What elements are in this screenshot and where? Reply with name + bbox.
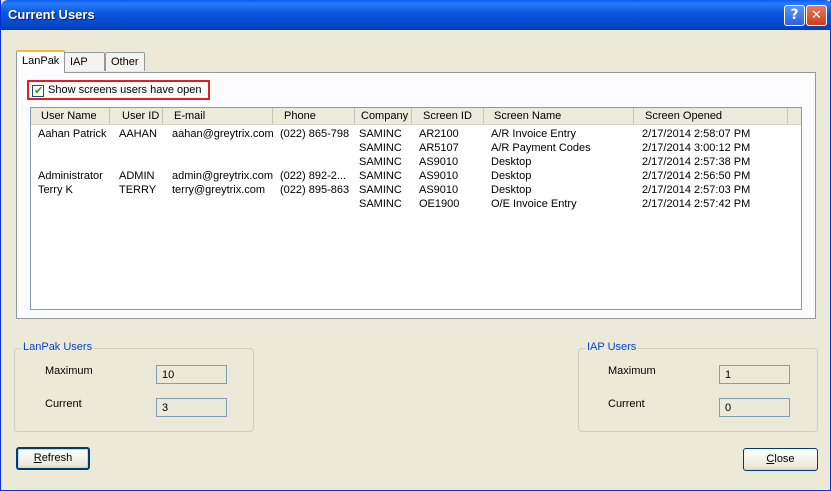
checkmark-icon: ✔ bbox=[34, 84, 44, 97]
refresh-label: efresh bbox=[41, 452, 73, 464]
users-table[interactable]: User Name User ID E-mail Phone Company S… bbox=[30, 107, 802, 310]
column-header-user-id[interactable]: User ID bbox=[110, 108, 163, 124]
column-header-screen-id[interactable]: Screen ID bbox=[412, 108, 484, 124]
cell-screen-id: AR2100 bbox=[419, 128, 459, 140]
cell-company: SAMINC bbox=[359, 142, 402, 154]
column-header-company[interactable]: Company bbox=[355, 108, 412, 124]
cell-screen-name: A/R Invoice Entry bbox=[491, 128, 576, 140]
cell-phone: (022) 895-863 bbox=[280, 184, 350, 196]
show-screens-option[interactable]: ✔ Show screens users have open bbox=[27, 80, 210, 100]
cell-screen-opened: 2/17/2014 2:57:38 PM bbox=[642, 156, 751, 168]
cell-screen-name: O/E Invoice Entry bbox=[491, 198, 577, 210]
cell-email: terry@greytrix.com bbox=[172, 184, 266, 196]
cell-screen-id: OE1900 bbox=[419, 198, 460, 210]
cell-user-id: AAHAN bbox=[119, 128, 157, 140]
show-screens-label[interactable]: Show screens users have open bbox=[48, 84, 201, 96]
cell-screen-opened: 2/17/2014 2:57:03 PM bbox=[642, 184, 751, 196]
current-users-window: Current Users ? ✕ LanPak IAP Other ✔ Sho… bbox=[0, 0, 831, 491]
cell-screen-name: A/R Payment Codes bbox=[491, 142, 591, 154]
cell-email: aahan@greytrix.com bbox=[172, 128, 274, 140]
cell-company: SAMINC bbox=[359, 198, 402, 210]
cell-screen-name: Desktop bbox=[491, 156, 532, 168]
lanpak-maximum-field: 10 bbox=[156, 365, 227, 384]
cell-screen-id: AS9010 bbox=[419, 184, 459, 196]
cell-user-name: Aahan Patrick bbox=[38, 128, 107, 140]
lanpak-users-title: LanPak Users bbox=[21, 341, 95, 353]
tab-iap[interactable]: IAP bbox=[64, 52, 105, 71]
cell-screen-id: AS9010 bbox=[419, 156, 459, 168]
cell-screen-name: Desktop bbox=[491, 170, 532, 182]
cell-screen-id: AR5107 bbox=[419, 142, 459, 154]
table-header: User Name User ID E-mail Phone Company S… bbox=[31, 108, 801, 125]
cell-screen-opened: 2/17/2014 2:56:50 PM bbox=[642, 170, 751, 182]
tab-iap-label: IAP bbox=[70, 56, 88, 68]
window-close-button[interactable]: ✕ bbox=[806, 5, 827, 26]
column-header-email[interactable]: E-mail bbox=[163, 108, 273, 124]
cell-phone: (022) 892-2... bbox=[280, 170, 347, 182]
title-bar[interactable]: Current Users ? ✕ bbox=[1, 0, 831, 30]
table-row[interactable]: Administrator ADMIN admin@greytrix.com (022… bbox=[31, 170, 801, 184]
table-row[interactable]: Aahan Patrick AAHAN aahan@greytrix.com (022… bbox=[31, 128, 801, 142]
refresh-button[interactable]: Refresh bbox=[16, 447, 90, 470]
cell-user-id: TERRY bbox=[119, 184, 157, 196]
tab-lanpak-label: LanPak bbox=[22, 55, 60, 67]
close-label: lose bbox=[774, 453, 795, 465]
cell-company: SAMINC bbox=[359, 184, 402, 196]
iap-maximum-label: Maximum bbox=[608, 365, 656, 377]
column-header-screen-opened[interactable]: Screen Opened bbox=[634, 108, 788, 124]
table-row[interactable]: Terry K TERRY terry@greytrix.com (022) 895-… bbox=[31, 184, 801, 198]
cell-user-id: ADMIN bbox=[119, 170, 155, 182]
tab-other-label: Other bbox=[111, 56, 139, 68]
tab-other[interactable]: Other bbox=[105, 52, 145, 71]
lanpak-current-label: Current bbox=[45, 398, 82, 410]
column-header-screen-name[interactable]: Screen Name bbox=[484, 108, 634, 124]
cell-screen-opened: 2/17/2014 3:00:12 PM bbox=[642, 142, 751, 154]
window-title: Current Users bbox=[8, 7, 95, 22]
show-screens-checkbox[interactable]: ✔ bbox=[32, 84, 44, 97]
iap-maximum-field: 1 bbox=[719, 365, 790, 384]
lanpak-current-field: 3 bbox=[156, 398, 227, 417]
refresh-mnemonic: R bbox=[33, 452, 42, 464]
cell-screen-name: Desktop bbox=[491, 184, 532, 196]
cell-company: SAMINC bbox=[359, 128, 402, 140]
cell-phone: (022) 865-798 bbox=[280, 128, 350, 140]
close-button[interactable]: Close bbox=[743, 448, 818, 471]
lanpak-maximum-label: Maximum bbox=[45, 365, 93, 377]
iap-users-title: IAP Users bbox=[585, 341, 639, 353]
cell-screen-opened: 2/17/2014 2:57:42 PM bbox=[642, 198, 751, 210]
cell-company: SAMINC bbox=[359, 170, 402, 182]
table-row[interactable]: SAMINC OE1900 O/E Invoice Entry 2/17/2014 2… bbox=[31, 198, 801, 212]
iap-users-group: IAP Users Maximum 1 Current 0 bbox=[578, 341, 818, 432]
cell-screen-id: AS9010 bbox=[419, 170, 459, 182]
lanpak-users-group: LanPak Users Maximum 10 Current 3 bbox=[14, 341, 254, 432]
cell-user-name: Administrator bbox=[38, 170, 103, 182]
cell-user-name: Terry K bbox=[38, 184, 73, 196]
iap-current-field: 0 bbox=[719, 398, 790, 417]
table-row[interactable]: SAMINC AR5107 A/R Payment Codes 2/17/2014 3… bbox=[31, 142, 801, 156]
column-header-user-name[interactable]: User Name bbox=[31, 108, 110, 124]
tab-lanpak[interactable]: LanPak bbox=[16, 50, 65, 73]
column-header-phone[interactable]: Phone bbox=[273, 108, 355, 124]
cell-company: SAMINC bbox=[359, 156, 402, 168]
iap-current-label: Current bbox=[608, 398, 645, 410]
cell-email: admin@greytrix.com bbox=[172, 170, 274, 182]
cell-screen-opened: 2/17/2014 2:58:07 PM bbox=[642, 128, 751, 140]
table-row[interactable]: SAMINC AS9010 Desktop 2/17/2014 2:57:38 PM bbox=[31, 156, 801, 170]
help-button[interactable]: ? bbox=[784, 5, 805, 26]
